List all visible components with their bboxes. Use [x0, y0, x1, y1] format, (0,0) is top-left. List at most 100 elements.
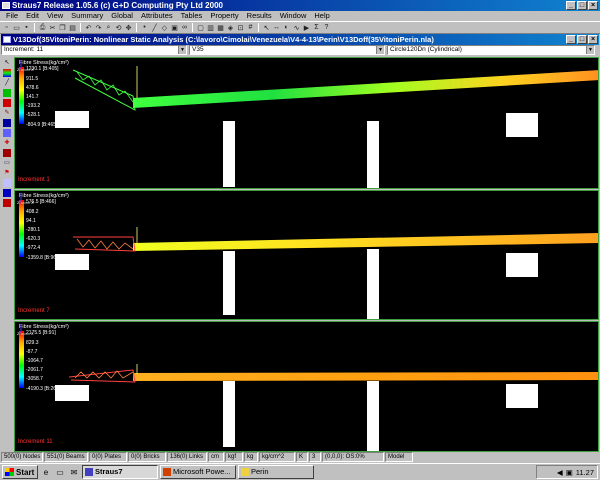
minimize-icon[interactable]: _: [566, 35, 576, 44]
pier-column-2: [367, 381, 379, 451]
view-icon[interactable]: ▭: [3, 159, 11, 167]
status-links: 136(0) Links: [167, 452, 207, 462]
maximize-icon[interactable]: □: [577, 1, 587, 10]
contour-icon[interactable]: ◐: [282, 23, 291, 32]
variable-select[interactable]: V35 ▼: [189, 45, 385, 55]
view-top-icon[interactable]: ▦: [216, 23, 225, 32]
grid-icon[interactable]: #: [246, 23, 255, 32]
menu-help[interactable]: Help: [310, 11, 333, 21]
viewport-increment-7[interactable]: Fibre Stress(kg/cm²) 576.5 [B:466] 408.2…: [14, 190, 599, 320]
view-front-icon[interactable]: ▢: [196, 23, 205, 32]
legend-value: 829.3: [26, 340, 39, 346]
cut-icon[interactable]: ✂: [48, 23, 57, 32]
legend-value: 478.6: [26, 85, 39, 91]
menu-property[interactable]: Property: [206, 11, 242, 21]
record-icon[interactable]: [3, 189, 11, 197]
pan-icon[interactable]: ✥: [124, 23, 133, 32]
model-window: V13Dof(35VitoniPerin: Nonlinear Static A…: [1, 34, 599, 452]
increment-select[interactable]: Increment: 11 ▼: [1, 45, 187, 55]
save-icon[interactable]: ▪: [22, 23, 31, 32]
quick-launch-ie-icon[interactable]: e: [40, 466, 52, 478]
menu-results[interactable]: Results: [243, 11, 276, 21]
menu-global[interactable]: Global: [107, 11, 137, 21]
palette-icon[interactable]: [3, 69, 11, 77]
zoom-icon[interactable]: ⌕: [104, 23, 113, 32]
node-icon[interactable]: •: [140, 23, 149, 32]
chevron-down-icon[interactable]: ▼: [586, 46, 594, 54]
task-perin-folder[interactable]: Perin: [238, 465, 314, 479]
animate-icon[interactable]: ▶: [302, 23, 311, 32]
measure-icon[interactable]: ↔: [272, 23, 281, 32]
result-selectors: Increment: 11 ▼ V35 ▼ Circle120Dn (Cylin…: [1, 45, 599, 56]
menu-tables[interactable]: Tables: [177, 11, 207, 21]
status-unit-length: cm: [208, 452, 224, 462]
task-label: Straus7: [95, 467, 123, 476]
deck-beam: [133, 233, 598, 251]
marker-icon[interactable]: ✚: [3, 139, 11, 147]
results-table-icon[interactable]: [3, 119, 11, 127]
pencil-icon[interactable]: ✎: [3, 109, 11, 117]
plate-icon[interactable]: ◇: [160, 23, 169, 32]
increment-label: Increment 7: [18, 308, 50, 314]
menu-window[interactable]: Window: [276, 11, 311, 21]
undo-icon[interactable]: ↶: [84, 23, 93, 32]
draw-line-icon[interactable]: ╱: [3, 79, 11, 87]
help-icon[interactable]: ?: [322, 23, 331, 32]
network-icon[interactable]: ▣: [566, 468, 573, 477]
beam-icon[interactable]: ╱: [150, 23, 159, 32]
brick-icon[interactable]: ▣: [170, 23, 179, 32]
svg-text:Z: Z: [17, 200, 20, 205]
stress-plot-icon[interactable]: [3, 99, 11, 107]
print-icon[interactable]: ⎙: [38, 23, 47, 32]
status-bricks: 0(0) Bricks: [128, 452, 166, 462]
viewport-increment-1[interactable]: Fibre Stress(kg/cm²) 1230.1 [B:405] 911.…: [14, 57, 599, 189]
deformed-icon[interactable]: ∿: [292, 23, 301, 32]
copy-view-icon[interactable]: [3, 179, 11, 187]
close-icon[interactable]: ×: [588, 1, 598, 10]
fit-icon[interactable]: ⊡: [236, 23, 245, 32]
menu-edit[interactable]: Edit: [22, 11, 43, 21]
model-window-titlebar[interactable]: V13Dof(35VitoniPerin: Nonlinear Static A…: [1, 34, 599, 45]
redo-icon[interactable]: ↷: [94, 23, 103, 32]
contour-plot-icon[interactable]: [3, 89, 11, 97]
new-file-icon[interactable]: ▫: [2, 23, 11, 32]
paste-icon[interactable]: ▤: [68, 23, 77, 32]
coordinate-system-select[interactable]: Circle120Dn (Cylindrical) ▼: [387, 45, 595, 55]
load-case-icon[interactable]: [3, 149, 11, 157]
maximize-icon[interactable]: □: [577, 35, 587, 44]
menu-attributes[interactable]: Attributes: [137, 11, 177, 21]
window-titlebar[interactable]: Straus7 Release 1.05.6 (c) G+D Computing…: [0, 0, 600, 11]
legend-value: -193.2: [26, 103, 41, 109]
quick-launch-desktop-icon[interactable]: ▭: [54, 466, 66, 478]
graph-icon[interactable]: [3, 129, 11, 137]
open-folder-icon[interactable]: ▭: [12, 23, 21, 32]
view-side-icon[interactable]: ▥: [206, 23, 215, 32]
menu-summary[interactable]: Summary: [67, 11, 107, 21]
task-powerpoint[interactable]: Microsoft Powe...: [160, 465, 236, 479]
volume-icon[interactable]: ◀: [557, 468, 563, 477]
clock[interactable]: 11.27: [576, 468, 594, 477]
legend-color-scale: [19, 200, 24, 257]
legend-value: -3058.7: [26, 376, 43, 382]
legend-value: -804.9 [B:465]: [26, 122, 58, 128]
copy-icon[interactable]: ❐: [58, 23, 67, 32]
view-iso-icon[interactable]: ◈: [226, 23, 235, 32]
link-icon[interactable]: ∞: [180, 23, 189, 32]
quick-launch-outlook-icon[interactable]: ✉: [68, 466, 80, 478]
menu-file[interactable]: File: [2, 11, 22, 21]
ramp-truss: [68, 369, 136, 383]
close-icon[interactable]: ×: [588, 35, 598, 44]
task-straus7[interactable]: Straus7: [82, 465, 158, 479]
select-icon[interactable]: ↖: [262, 23, 271, 32]
menu-view[interactable]: View: [43, 11, 67, 21]
rotate-icon[interactable]: ⟲: [114, 23, 123, 32]
minimize-icon[interactable]: _: [566, 1, 576, 10]
viewport-increment-11[interactable]: Fibre Stress(kg/cm²) 2175.5 [B:91] 829.3…: [14, 321, 599, 452]
stop-icon[interactable]: [3, 199, 11, 207]
select-pointer-icon[interactable]: ↖: [3, 59, 11, 67]
flag-icon[interactable]: ⚑: [3, 169, 11, 177]
chevron-down-icon[interactable]: ▼: [178, 46, 186, 54]
solver-icon[interactable]: Σ: [312, 23, 321, 32]
chevron-down-icon[interactable]: ▼: [376, 46, 384, 54]
start-button[interactable]: Start: [2, 465, 38, 479]
